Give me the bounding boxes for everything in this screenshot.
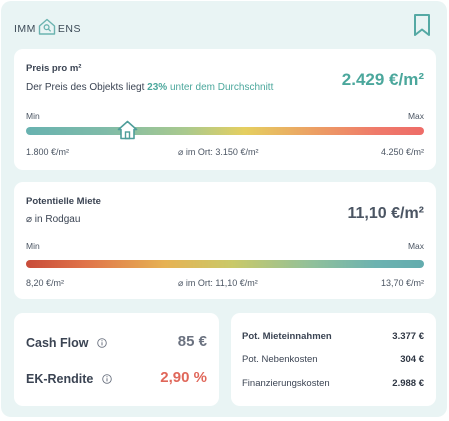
price-per-sqm-value: 2.429 €/m²	[341, 70, 424, 89]
rent-range-bar	[26, 260, 424, 268]
price-card-title: Preis pro m²	[26, 63, 82, 74]
rent-value: 11,10 €/m²	[347, 205, 425, 222]
financial-row-value: 3.377 €	[392, 331, 424, 342]
price-min-label: Min	[26, 111, 40, 121]
cashflow-row: Cash Flow	[26, 334, 107, 352]
cashflow-value: 85 €	[177, 333, 207, 350]
property-summary-panel: IMM ENS Preis pro m² Der Preis des Objek…	[1, 1, 447, 417]
price-desc-after: unter dem Durchschnitt	[167, 82, 274, 93]
price-range-bar	[26, 127, 424, 135]
cashflow-label: Cash Flow	[26, 336, 89, 350]
info-icon[interactable]	[102, 374, 112, 384]
rent-min-label: Min	[26, 241, 40, 251]
financial-row-label: Pot. Mieteinnahmen	[242, 331, 332, 342]
price-max-value: 4.250 €/m²	[380, 147, 424, 157]
ek-rendite-value: 2,90 %	[160, 369, 207, 386]
info-icon[interactable]	[97, 338, 107, 348]
house-search-icon	[38, 18, 56, 35]
rent-max-label: Max	[407, 241, 424, 251]
financial-row-label: Finanzierungskosten	[242, 378, 330, 389]
bookmark-icon[interactable]	[413, 13, 431, 37]
rent-avg-value: ⌀ im Ort: 11,10 €/m²	[178, 278, 258, 288]
logo-text-left: IMM	[14, 23, 36, 35]
financial-row-value: 304 €	[400, 354, 424, 365]
rent-card-title: Potentielle Miete	[26, 196, 101, 207]
header: IMM ENS	[14, 11, 434, 39]
financial-row-label: Pot. Nebenkosten	[242, 354, 318, 365]
price-desc-before: Der Preis des Objekts liegt	[26, 82, 148, 93]
kpi-card: Cash Flow 85 € EK-Rendite 2,90 %	[14, 313, 219, 406]
ek-rendite-label: EK-Rendite	[26, 372, 94, 386]
price-max-label: Max	[407, 111, 424, 121]
house-marker-icon	[117, 120, 138, 140]
price-min-value: 1.800 €/m²	[26, 147, 70, 157]
price-per-sqm-card: Preis pro m² Der Preis des Objekts liegt…	[14, 49, 436, 170]
logo-text-right: ENS	[57, 23, 82, 35]
financials-card: Pot. Mieteinnahmen 3.377 € Pot. Nebenkos…	[231, 313, 436, 406]
potential-rent-card: Potentielle Miete ⌀ in Rodgau 11,10 €/m²…	[14, 182, 436, 299]
ek-rendite-row: EK-Rendite	[26, 370, 112, 388]
rent-max-value: 13,70 €/m²	[380, 278, 424, 288]
price-avg-value: ⌀ im Ort: 3.150 €/m²	[178, 147, 259, 157]
rent-location-label: ⌀ in Rodgau	[26, 214, 81, 225]
price-comparison-text: Der Preis des Objekts liegt 23% unter de…	[26, 82, 273, 93]
price-desc-percent: 23%	[147, 82, 168, 93]
financial-row-value: 2.988 €	[392, 378, 424, 389]
rent-min-value: 8,20 €/m²	[26, 278, 65, 288]
immoens-logo: IMM ENS	[14, 18, 82, 35]
